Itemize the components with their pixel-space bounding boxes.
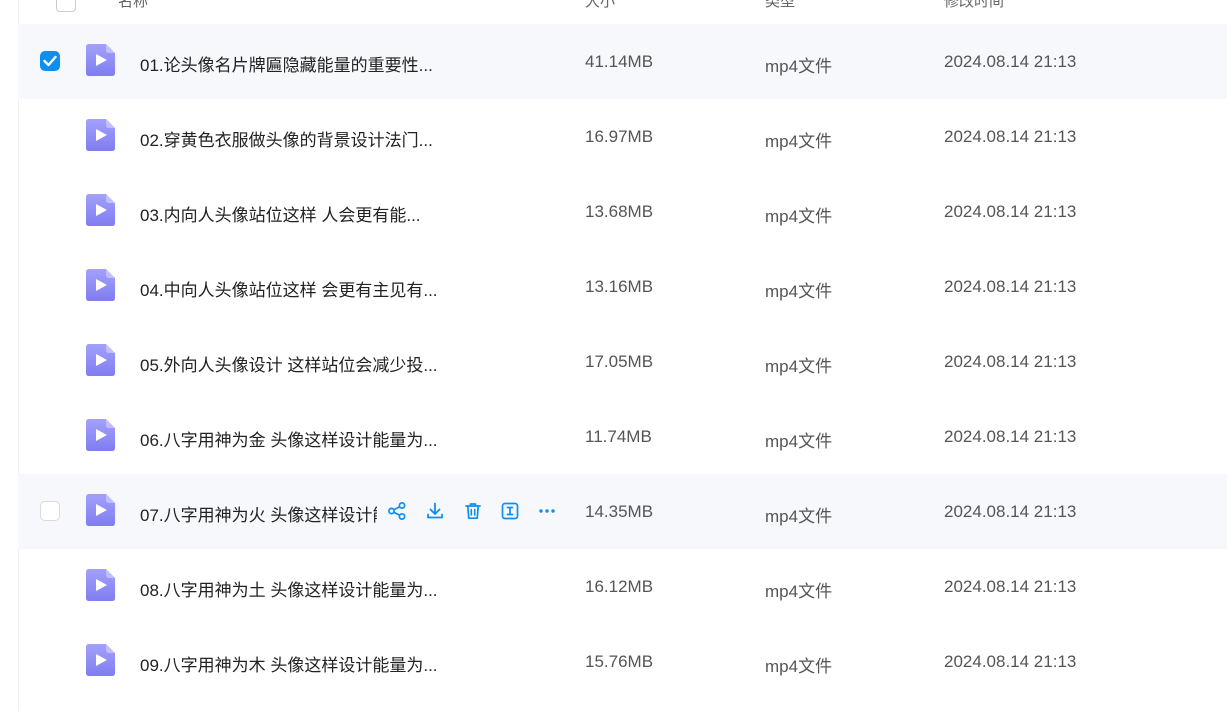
table-header: 名称 大小 类型 修改时间 (18, 0, 1227, 12)
video-file-icon (86, 344, 115, 376)
file-row[interactable]: 09.八字用神为木 头像这样设计能量为... 15.76MB mp4文件 2024.0… (18, 624, 1227, 699)
row-checkbox[interactable] (40, 501, 60, 521)
share-button[interactable] (384, 498, 410, 524)
video-file-icon (86, 494, 115, 526)
file-date: 2024.08.14 21:13 (944, 277, 1077, 296)
file-size: 16.12MB (585, 577, 654, 596)
file-type: mp4文件 (765, 57, 833, 76)
more-button[interactable] (534, 498, 560, 524)
file-date: 2024.08.14 21:13 (944, 202, 1077, 221)
file-list-page: 名称 大小 类型 修改时间 01.论头像名片牌匾隐藏能量的重要性... 41.14… (0, 0, 1227, 711)
file-date: 2024.08.14 21:13 (944, 352, 1077, 371)
file-size: 16.97MB (585, 127, 654, 146)
file-row[interactable]: 04.中向人头像站位这样 会更有主见有... 13.16MB mp4文件 2024.0… (18, 249, 1227, 324)
file-name[interactable]: 03.内向人头像站位这样 人会更有能... (140, 201, 421, 226)
select-all-checkbox[interactable] (56, 0, 76, 12)
file-name[interactable]: 05.外向人头像设计 这样站位会减少投... (140, 351, 438, 376)
delete-button[interactable] (460, 498, 486, 524)
left-rail (0, 0, 19, 711)
file-name[interactable]: 04.中向人头像站位这样 会更有主见有... (140, 276, 438, 301)
file-list: 01.论头像名片牌匾隐藏能量的重要性... 41.14MB mp4文件 2024.08… (18, 24, 1227, 699)
video-file-icon (86, 644, 115, 676)
file-name[interactable]: 08.八字用神为土 头像这样设计能量为... (140, 576, 438, 601)
header-type[interactable]: 类型 (765, 0, 795, 11)
file-date: 2024.08.14 21:13 (944, 652, 1077, 671)
file-date: 2024.08.14 21:13 (944, 502, 1077, 521)
file-size: 11.74MB (585, 427, 652, 446)
file-size: 17.05MB (585, 352, 654, 371)
file-name[interactable]: 07.八字用神为火 头像这样设计能量为... (140, 501, 377, 526)
file-type: mp4文件 (765, 207, 833, 226)
video-file-icon (86, 269, 115, 301)
file-name[interactable]: 01.论头像名片牌匾隐藏能量的重要性... (140, 51, 433, 76)
file-size: 41.14MB (585, 52, 654, 71)
file-row[interactable]: 07.八字用神为火 头像这样设计能量为... 14.35MB mp4文件 2024.0… (18, 474, 1227, 549)
file-type: mp4文件 (765, 582, 833, 601)
file-row[interactable]: 08.八字用神为土 头像这样设计能量为... 16.12MB mp4文件 2024.0… (18, 549, 1227, 624)
header-size[interactable]: 大小 (585, 0, 615, 11)
header-date[interactable]: 修改时间 (944, 0, 1004, 11)
video-file-icon (86, 44, 115, 76)
download-button[interactable] (422, 498, 448, 524)
file-type: mp4文件 (765, 282, 833, 301)
file-size: 13.16MB (585, 277, 654, 296)
file-type: mp4文件 (765, 132, 833, 151)
file-name[interactable]: 06.八字用神为金 头像这样设计能量为... (140, 426, 438, 451)
file-size: 13.68MB (585, 202, 654, 221)
file-row[interactable]: 01.论头像名片牌匾隐藏能量的重要性... 41.14MB mp4文件 2024.08… (18, 24, 1227, 99)
file-type: mp4文件 (765, 507, 833, 526)
video-file-icon (86, 194, 115, 226)
file-size: 14.35MB (585, 502, 654, 521)
file-row[interactable]: 05.外向人头像设计 这样站位会减少投... 17.05MB mp4文件 2024.0… (18, 324, 1227, 399)
file-date: 2024.08.14 21:13 (944, 52, 1077, 71)
file-row[interactable]: 02.穿黄色衣服做头像的背景设计法门... 16.97MB mp4文件 2024.08… (18, 99, 1227, 174)
video-file-icon (86, 119, 115, 151)
file-date: 2024.08.14 21:13 (944, 427, 1077, 446)
file-date: 2024.08.14 21:13 (944, 577, 1077, 596)
file-row[interactable]: 06.八字用神为金 头像这样设计能量为... 11.74MB mp4文件 2024.0… (18, 399, 1227, 474)
video-file-icon (86, 569, 115, 601)
file-row[interactable]: 03.内向人头像站位这样 人会更有能... 13.68MB mp4文件 2024.08… (18, 174, 1227, 249)
file-type: mp4文件 (765, 357, 833, 376)
header-name[interactable]: 名称 (118, 0, 148, 11)
file-name[interactable]: 09.八字用神为木 头像这样设计能量为... (140, 651, 438, 676)
video-file-icon (86, 419, 115, 451)
file-date: 2024.08.14 21:13 (944, 127, 1077, 146)
file-name[interactable]: 02.穿黄色衣服做头像的背景设计法门... (140, 126, 433, 151)
rename-button[interactable] (497, 498, 523, 524)
file-type: mp4文件 (765, 432, 833, 451)
file-size: 15.76MB (585, 652, 654, 671)
file-type: mp4文件 (765, 657, 833, 676)
row-checkbox[interactable] (40, 51, 60, 71)
